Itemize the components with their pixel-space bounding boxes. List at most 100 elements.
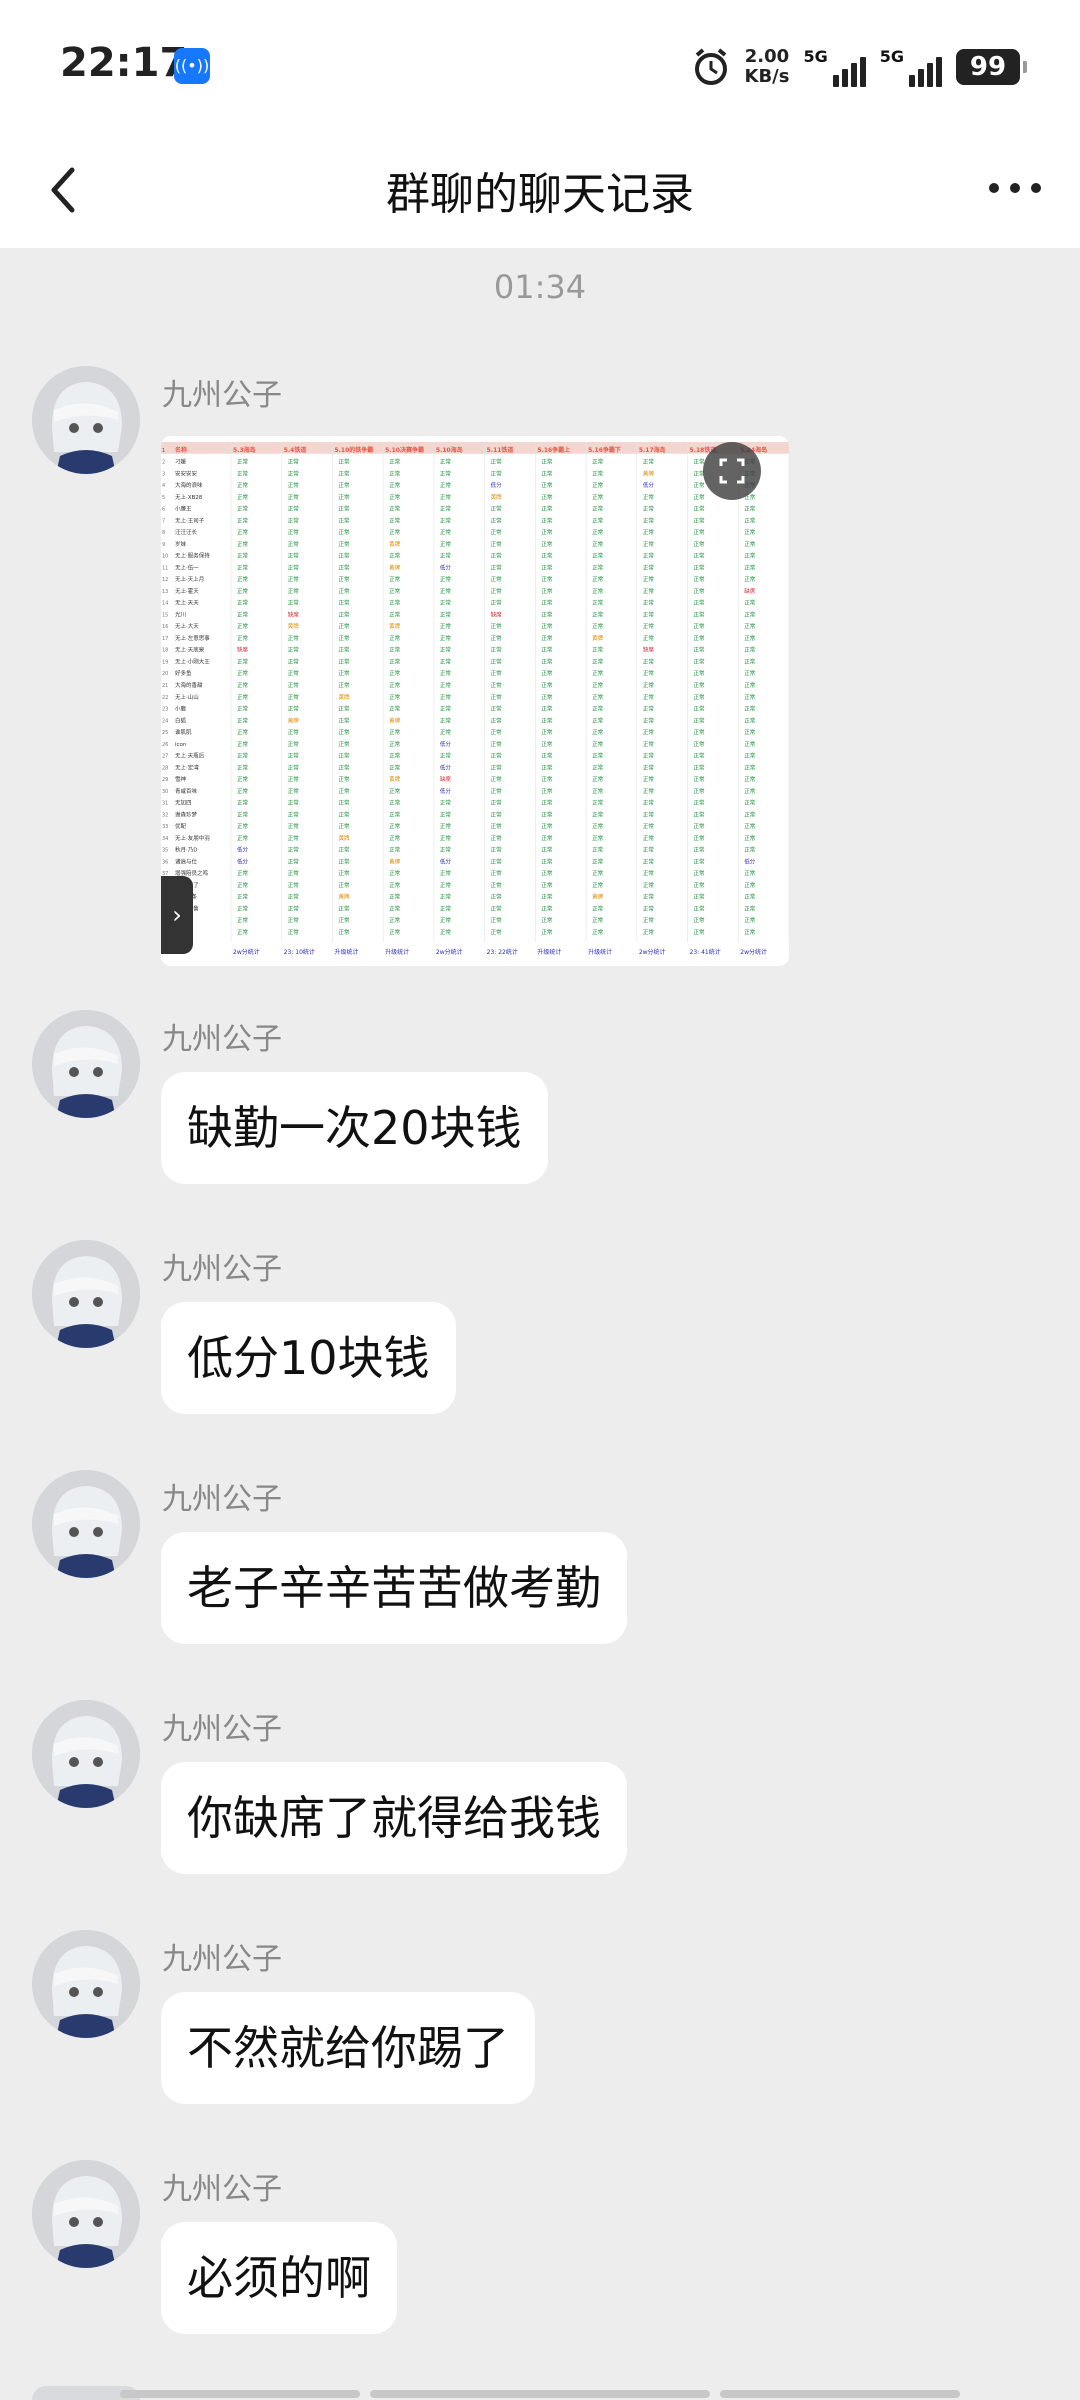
sheet-cell-text: 黄牌	[491, 493, 503, 501]
sheet-cell-text: 正常	[694, 740, 706, 748]
message-bubble[interactable]: 必须的啊	[161, 2222, 397, 2334]
message-bubble[interactable]: 老子辛辛苦苦做考勤	[161, 1532, 627, 1644]
sheet-cell-text: 正常	[541, 928, 553, 936]
sheet-cell-text: 13	[162, 589, 168, 595]
sheet-cell-text: 正常	[338, 610, 350, 618]
avatar[interactable]	[32, 1240, 140, 1348]
sheet-cell-text: 正常	[694, 610, 706, 618]
sheet-cell-text: 正常	[694, 657, 706, 665]
avatar[interactable]	[32, 1470, 140, 1578]
sheet-cell-text: 正常	[338, 716, 350, 724]
avatar[interactable]	[32, 1930, 140, 2038]
sheet-cell-text: 5.10的铁争霸	[334, 446, 373, 454]
sheet-cell-text: 正常	[592, 469, 604, 477]
sheet-cell-text: 28	[162, 765, 168, 771]
sheet-cell-text: 升级统计	[334, 948, 358, 956]
sheet-cell-text: 刁媛	[175, 458, 187, 466]
sheet-cell-text: 正常	[744, 740, 756, 748]
sheet-cell-text: 23: 10统计	[284, 948, 315, 956]
sheet-cell-text: 正常	[288, 787, 300, 795]
sheet-cell-text: 正常	[541, 752, 553, 760]
sheet-cell-text: 正常	[338, 563, 350, 571]
sheet-cell-text: 谢森珍梦	[175, 810, 198, 818]
sheet-cell-text: 2w分统计	[639, 948, 666, 956]
sheet-cell-text: 正常	[237, 787, 249, 795]
sheet-cell-text: 正常	[491, 740, 503, 748]
sheet-cell-text: 正常	[237, 458, 249, 466]
sheet-cell-text: 正常	[541, 705, 553, 713]
sheet-cell-text: 正常	[541, 881, 553, 889]
sheet-cell-text: 正常	[541, 669, 553, 677]
sheet-cell-text: 正常	[541, 810, 553, 818]
sheet-cell-text: 正常	[592, 681, 604, 689]
sheet-cell-text: 正常	[592, 716, 604, 724]
sheet-cell-text: 23: 41统计	[690, 948, 721, 956]
sheet-cell-text: 正常	[389, 587, 401, 595]
sheet-cell-text: 正常	[237, 469, 249, 477]
message-bubble[interactable]: 你缺席了就得给我钱	[161, 1762, 627, 1874]
sheet-cell-text: 正常	[744, 787, 756, 795]
sheet-cell-text: 正常	[440, 540, 452, 548]
sheet-cell-text: 正常	[744, 540, 756, 548]
sender-name: 九州公子	[162, 1712, 282, 1747]
sheet-cell-text: 23: 22统计	[487, 948, 518, 956]
sheet-cell-text: 正常	[389, 610, 401, 618]
sheet-cell-text: 正常	[694, 810, 706, 818]
sheet-cell-text: 正常	[237, 610, 249, 618]
sheet-cell-text: 正常	[288, 763, 300, 771]
sheet-cell-text: 正常	[744, 669, 756, 677]
sheet-cell-text: 正常	[694, 705, 706, 713]
sheet-cell-text: 正常	[541, 634, 553, 642]
sheet-cell-text: 正常	[592, 904, 604, 912]
message-bubble[interactable]: 缺勤一次20块钱	[161, 1072, 548, 1184]
sheet-cell-text: 黄牌	[389, 622, 401, 630]
sheet-cell-text: 正常	[541, 469, 553, 477]
sheet-cell-text: 正常	[592, 928, 604, 936]
sheet-cell-text: 29	[162, 777, 168, 783]
avatar[interactable]	[32, 366, 140, 474]
sheet-cell-text: 正常	[338, 516, 350, 524]
sheet-cell-text: 无上·天底泉	[175, 646, 205, 654]
sheet-cell-text: 正常	[440, 904, 452, 912]
sheet-cell-text: 正常	[440, 869, 452, 877]
sheet-cell-text: 缺席	[440, 775, 452, 783]
message-bubble[interactable]: 不然就给你踢了	[161, 1992, 535, 2104]
sheet-cell-text: 正常	[288, 693, 300, 701]
sheet-cell-text: 5.3海岛	[233, 446, 256, 454]
message-bubble[interactable]: 低分10块钱	[161, 1302, 456, 1414]
sheet-cell-text: 7	[162, 518, 165, 524]
status-bar: 22:17 ((•)) 2.00 KB/s 5G 5G 99	[0, 0, 1080, 130]
sheet-cell-text: 正常	[491, 716, 503, 724]
avatar[interactable]	[32, 1700, 140, 1808]
sheet-cell-text: 34	[162, 836, 168, 842]
sheet-cell-text: 正常	[389, 657, 401, 665]
expand-button[interactable]	[703, 442, 761, 500]
sheet-cell-text: 正常	[541, 904, 553, 912]
sheet-cell-text: 正常	[237, 822, 249, 830]
sheet-cell-text: 低分	[237, 857, 249, 865]
sheet-cell-text: 正常	[744, 716, 756, 724]
sheet-cell-text: 无上·左意思事	[175, 634, 210, 642]
avatar[interactable]	[32, 1010, 140, 1118]
sheet-cell-text: 正常	[288, 822, 300, 830]
side-tab-button[interactable]: ›	[161, 876, 193, 954]
sheet-cell-text: 正常	[491, 563, 503, 571]
sheet-cell-text: 正常	[541, 775, 553, 783]
sheet-cell-text: 雪神	[175, 775, 187, 783]
sheet-cell-text: 无上·山山	[175, 693, 199, 701]
more-button[interactable]	[980, 158, 1050, 218]
sheet-cell-text: 正常	[491, 693, 503, 701]
sheet-cell-text: 正常	[389, 740, 401, 748]
attendance-sheet-image[interactable]: 1 名称 5.3海岛 5.4铁道 5.10的铁争霸 5.10决赛争霸 5.10海岛 5.11铁…	[161, 436, 789, 966]
sheet-cell-text: 正常	[237, 516, 249, 524]
sheet-cell-text: 正常	[592, 575, 604, 583]
avatar[interactable]	[32, 2160, 140, 2268]
sheet-cell-text: 正常	[338, 775, 350, 783]
sheet-cell-text: 正常	[592, 822, 604, 830]
sheet-cell-text: 无上·天天	[175, 599, 199, 607]
sheet-cell-text: 正常	[237, 575, 249, 583]
sheet-cell-text: 缺席	[288, 610, 300, 618]
sheet-cell-text: 正常	[288, 857, 300, 865]
sheet-cell-text: 16	[162, 624, 168, 630]
sheet-cell-text: 正常	[389, 528, 401, 536]
